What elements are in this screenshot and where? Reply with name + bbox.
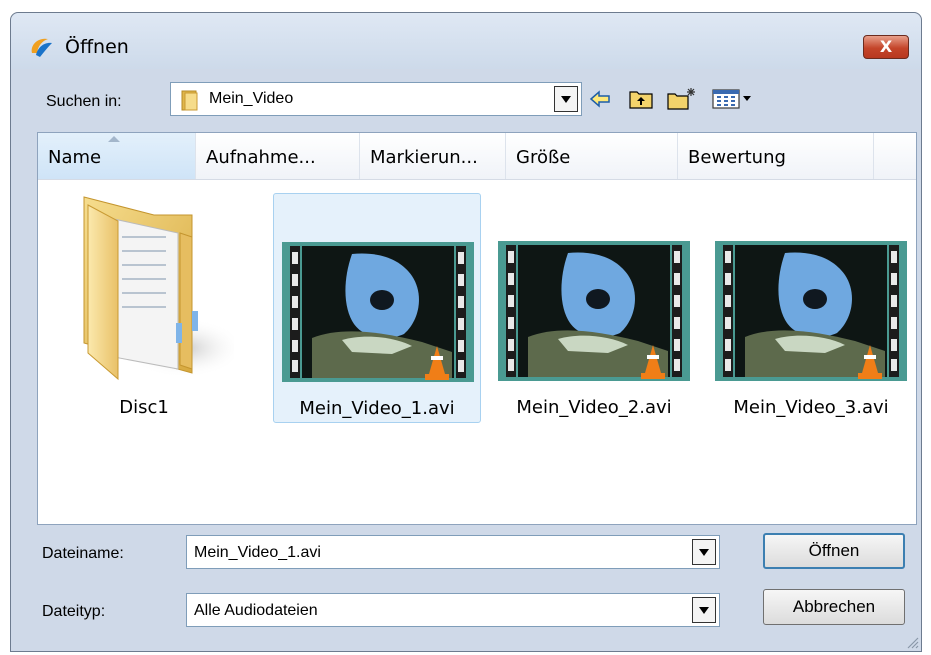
filename-label: Dateiname: (42, 545, 124, 562)
resize-grip-icon[interactable] (905, 635, 919, 649)
column-groesse[interactable]: Größe (506, 133, 678, 179)
lookin-value: Mein_Video (209, 90, 294, 107)
folder-icon (83, 196, 234, 381)
title-bar: Öffnen X (11, 13, 921, 69)
video-thumbnail-icon (498, 241, 690, 381)
column-label: Größe (516, 147, 571, 168)
column-bewertung[interactable]: Bewertung (678, 133, 874, 179)
column-aufnahme[interactable]: Aufnahme... (196, 133, 360, 179)
open-button[interactable]: Öffnen (763, 533, 905, 569)
filetype-value: Alle Audiodateien (194, 602, 318, 619)
list-item[interactable]: Mein_Video_3.avi (707, 193, 915, 423)
file-list: Name Aufnahme... Markierun... Größe Bewe… (37, 132, 917, 525)
column-name[interactable]: Name (38, 133, 196, 179)
folder-icon (181, 90, 198, 111)
item-label: Mein_Video_2.avi (516, 397, 672, 418)
lookin-label: Suchen in: (46, 93, 122, 110)
sort-ascending-icon (108, 136, 120, 142)
window-title: Öffnen (65, 36, 129, 58)
filename-field[interactable]: Mein_Video_1.avi (186, 535, 720, 569)
chevron-down-icon[interactable] (692, 597, 716, 623)
column-label: Name (48, 147, 102, 168)
list-item[interactable]: Mein_Video_2.avi (490, 193, 698, 423)
column-label: Aufnahme... (206, 147, 316, 168)
item-label: Mein_Video_1.avi (299, 398, 455, 419)
list-item[interactable]: Disc1 (40, 193, 248, 423)
back-icon[interactable] (588, 86, 612, 112)
column-label: Bewertung (688, 147, 786, 168)
up-folder-icon[interactable] (628, 86, 654, 112)
close-button[interactable]: X (863, 35, 909, 59)
filename-value: Mein_Video_1.avi (194, 544, 321, 561)
column-header: Name Aufnahme... Markierun... Größe Bewe… (38, 133, 916, 180)
item-label: Disc1 (119, 397, 169, 418)
lookin-combo[interactable]: Mein_Video (170, 82, 582, 116)
item-label: Mein_Video_3.avi (733, 397, 889, 418)
view-menu-icon[interactable] (711, 86, 755, 112)
video-thumbnail-icon (715, 241, 907, 381)
new-folder-icon[interactable] (666, 86, 698, 112)
filetype-label: Dateityp: (42, 603, 106, 620)
chevron-down-icon[interactable] (554, 86, 578, 112)
list-item[interactable]: Mein_Video_1.avi (273, 193, 481, 423)
app-icon (31, 38, 52, 57)
filetype-select[interactable]: Alle Audiodateien (186, 593, 720, 627)
chevron-down-icon[interactable] (692, 539, 716, 565)
column-label: Markierun... (370, 147, 478, 168)
open-dialog: Öffnen X Suchen in: Mein_Video Name Aufn… (10, 12, 922, 652)
cancel-button[interactable]: Abbrechen (763, 589, 905, 625)
video-thumbnail-icon (282, 242, 474, 382)
column-markierung[interactable]: Markierun... (360, 133, 506, 179)
